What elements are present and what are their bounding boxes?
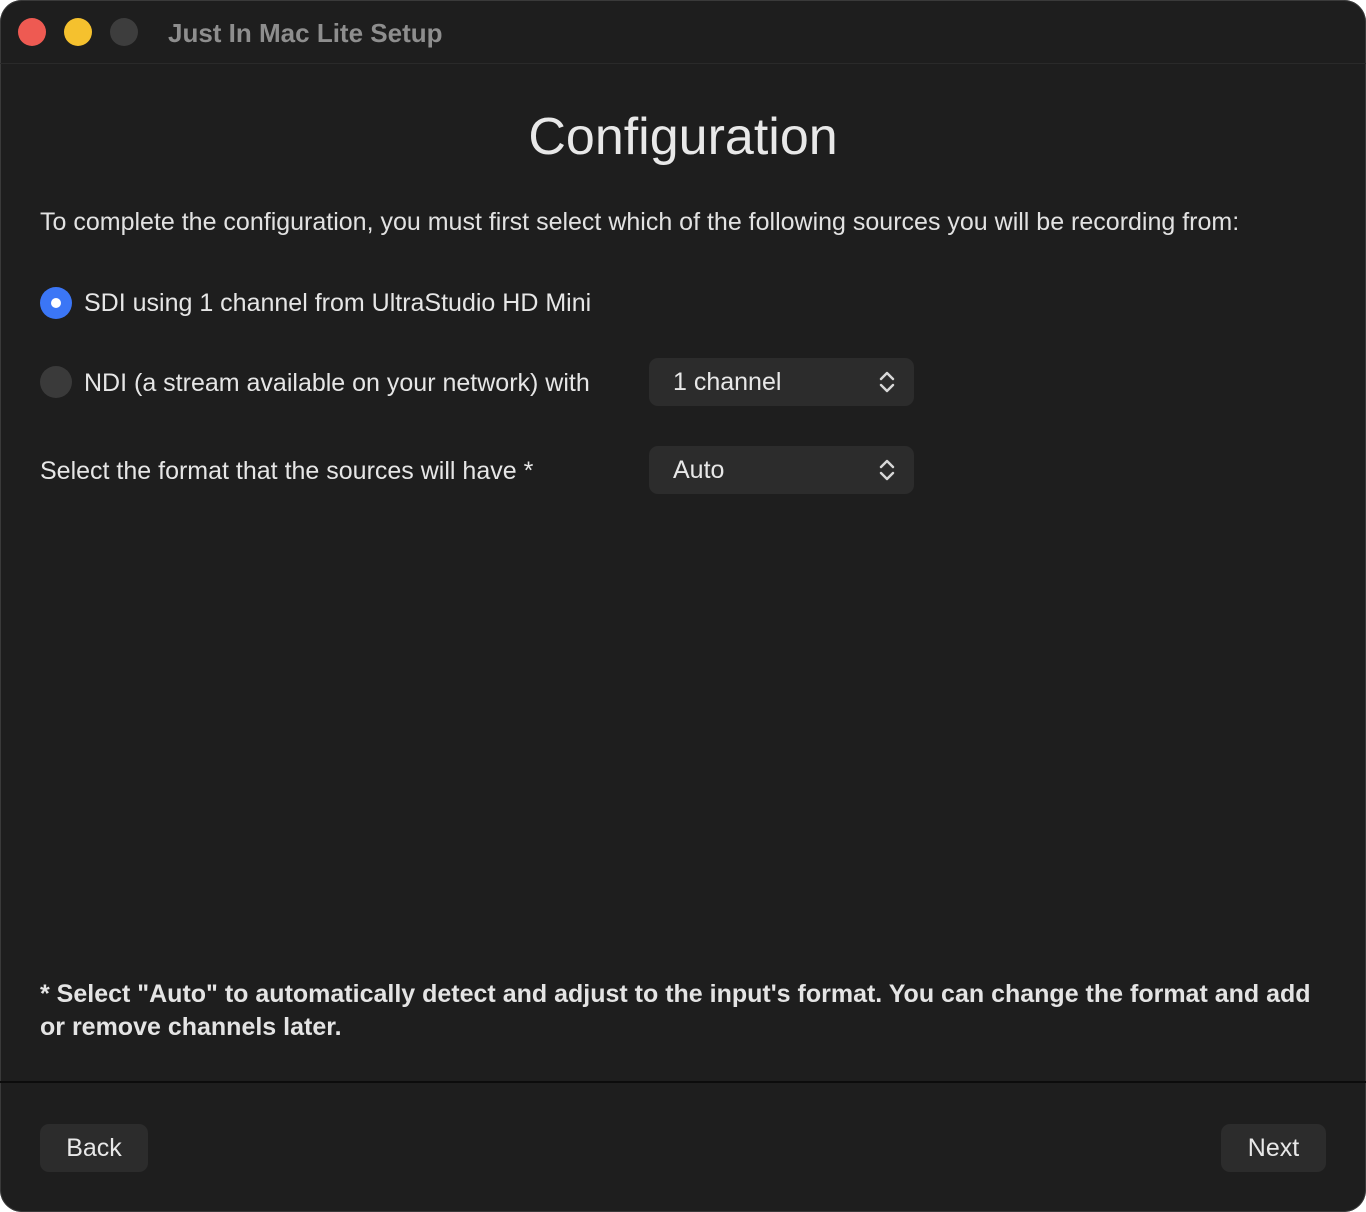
setup-window: Just In Mac Lite Setup Configuration To … — [0, 0, 1366, 1212]
format-value: Auto — [673, 456, 725, 484]
next-button[interactable]: Next — [1221, 1124, 1326, 1172]
chevron-up-down-icon — [879, 459, 895, 481]
chevron-up-down-icon — [879, 371, 895, 393]
window-title: Just In Mac Lite Setup — [168, 18, 443, 48]
ndi-radio[interactable] — [40, 366, 72, 398]
close-window-button[interactable] — [18, 18, 46, 46]
ndi-radio-label[interactable]: NDI (a stream available on your network)… — [84, 366, 590, 400]
ndi-channels-value: 1 channel — [673, 368, 782, 396]
zoom-window-button[interactable] — [110, 18, 138, 46]
sdi-radio-label[interactable]: SDI using 1 channel from UltraStudio HD … — [84, 286, 591, 320]
title-bar: Just In Mac Lite Setup — [0, 0, 1366, 64]
intro-text: To complete the configuration, you must … — [40, 208, 1240, 236]
format-footnote: * Select "Auto" to automatically detect … — [40, 980, 1311, 1041]
format-label: Select the format that the sources will … — [40, 457, 534, 485]
back-button[interactable]: Back — [40, 1124, 148, 1172]
ndi-channels-popup[interactable]: 1 channel — [649, 358, 914, 406]
footer-divider — [0, 1081, 1366, 1083]
format-popup[interactable]: Auto — [649, 446, 914, 494]
page-title: Configuration — [528, 108, 838, 166]
sdi-radio[interactable] — [40, 287, 72, 319]
minimize-window-button[interactable] — [64, 18, 92, 46]
